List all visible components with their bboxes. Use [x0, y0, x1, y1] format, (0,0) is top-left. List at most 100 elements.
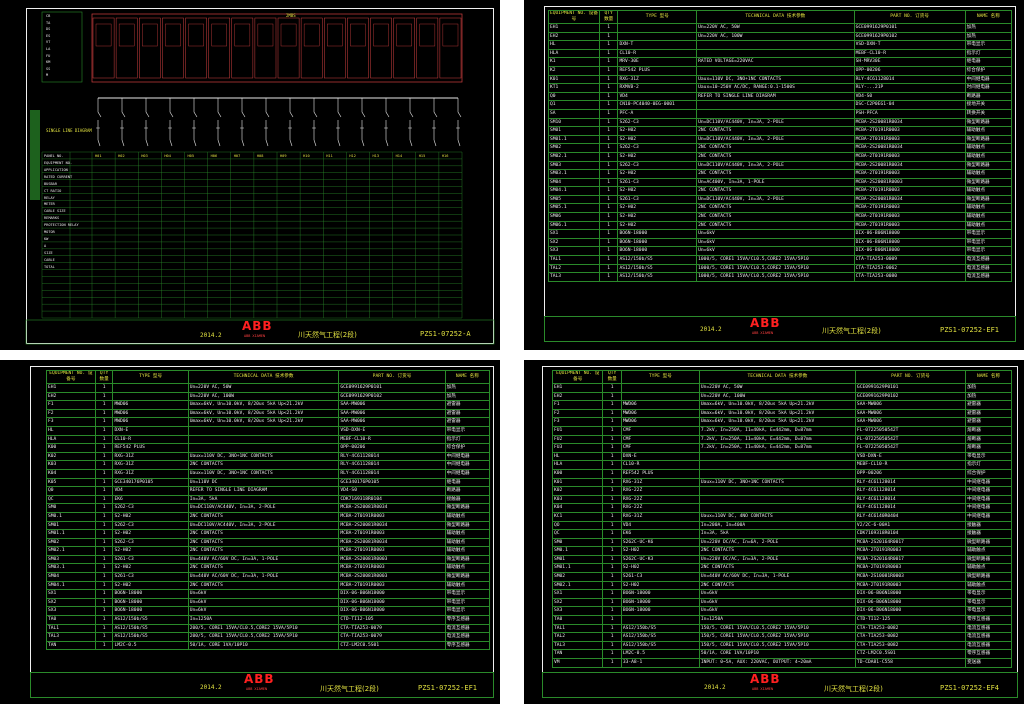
table-cell: 1 — [598, 212, 619, 222]
table-cell: MCBA-2S20081R0034 — [338, 503, 446, 513]
table-cell: CL10-R — [617, 48, 698, 59]
row-label: REMARKS — [44, 216, 60, 221]
table-cell: SM01.1 — [46, 529, 96, 539]
table-cell: 2NC CONTACTS — [187, 546, 340, 556]
table-cell: 微型断路器 — [444, 520, 491, 531]
table-row: Q0 1 VD4 REFER TO SINGLE LINE DIAGRAM VD4-S0… — [46, 486, 491, 496]
table-row: EH1 1 Un=220V AC, 50W GCE0991629P0101 加热 — [551, 383, 1012, 393]
abb-sub: ABB XIAMEN — [246, 687, 268, 691]
table-cell: DIX-06-B06N18000 — [854, 606, 967, 617]
panel-label: H08 — [256, 154, 264, 158]
table-row: SM02 1 S262-C3 2NC CONTACTS MCBA-2S20081R003… — [548, 143, 1013, 153]
table-cell: 避雷器 — [444, 417, 491, 427]
cabinet-door — [165, 23, 181, 47]
table-cell: MCBA-2S20081R0003 — [338, 554, 446, 565]
table-cell: 1 — [598, 151, 619, 162]
table-cell: BO6N-18000 — [620, 597, 700, 608]
table-cell: REF542 PLUS — [617, 65, 698, 76]
table-cell: MCBA-2S20164R0017 — [854, 537, 967, 548]
table-cell: CMF — [620, 434, 700, 445]
table-cell: K03 — [551, 494, 604, 505]
table-cell: MCBA-2S20081R0034 — [338, 537, 446, 548]
table-cell: S2-H02 — [112, 563, 189, 574]
table-cell: 1 — [602, 546, 622, 556]
table-cell: MCBA-2S20081R0034 — [853, 160, 966, 171]
table-cell: 综合保护 — [964, 65, 1013, 76]
table-cell: FL-07225050542T — [854, 443, 967, 453]
table-cell: 1 — [598, 74, 619, 85]
table-row: EH1 1 Un=220V AC, 50W GCE0991629P0101 加热 — [46, 383, 491, 393]
table-cell: RLY-4C61128014 — [854, 503, 967, 513]
table-cell: Un=6kV — [696, 237, 855, 248]
legend-item: M — [46, 73, 49, 78]
table-cell — [698, 460, 856, 470]
legend-item: FU — [46, 53, 51, 58]
table-cell: 2NC CONTACTS — [696, 220, 855, 231]
parts-table: EQUIPMENT NO. 设备号 QTY 数量 TYPE 型号 TECHNICAL … — [46, 370, 491, 651]
column-header: QTY 数量 — [602, 370, 622, 384]
table-cell: VSD-DXN-T — [853, 40, 966, 50]
table-cell: PFC-A — [617, 108, 698, 119]
table-cell: Un=DC110V/AC440V, In=3A, 2-POLE — [187, 520, 340, 531]
table-cell: TAN — [551, 649, 604, 659]
table-cell: MRV-30E — [617, 57, 698, 67]
table-cell: 辅助触点 — [964, 151, 1013, 162]
table-cell: 电流互感器 — [964, 263, 1013, 274]
table-cell: In=1250A — [187, 615, 340, 625]
table-cell: SM0 — [551, 537, 604, 548]
table-cell: 微型断路器 — [444, 554, 491, 565]
panel-label: H02 — [118, 154, 125, 158]
table-cell: TAL3 — [548, 272, 600, 282]
table-cell: RXG-22Z — [620, 486, 700, 496]
date: 2014.2 — [700, 326, 722, 333]
table-cell: S2-H02 — [620, 580, 700, 591]
drawing-number: PZS1-07252-EF4 — [940, 684, 1000, 692]
table-row: SM02 1 S262-C3 2NC CONTACTS MCBA-2S20081R003… — [46, 537, 491, 548]
cabinet-door — [350, 23, 366, 47]
table-row: SX2 1 BO6N-18000 Un=6kV DIX-06-B06N18000 带电显示 — [46, 597, 491, 608]
table-cell: VD4 — [112, 486, 189, 496]
table-cell: 1 — [602, 580, 622, 591]
table-cell — [698, 468, 856, 479]
table-cell: SM02.1 — [548, 151, 600, 162]
table-cell: 1 — [602, 494, 622, 505]
table-cell: Un=440V AC/60V DC, In=3A, 1-POLE — [698, 572, 856, 582]
table-cell: 辅助触点 — [964, 220, 1013, 231]
table-cell: 辅助触点 — [965, 546, 1012, 556]
table-cell: RXG-31Z — [112, 460, 189, 470]
table-cell: MWD06 — [112, 408, 189, 419]
cabinet-door — [303, 23, 320, 47]
table-cell: 中间继电器 — [965, 503, 1012, 513]
table-cell: 1 — [602, 408, 622, 419]
table-cell: 1 — [94, 546, 114, 556]
table-cell: Un=6kV — [698, 589, 856, 599]
row-label: METER — [44, 202, 55, 207]
abb-sub: ABB XIAMEN — [752, 687, 774, 691]
table-cell: Un=DC110V/AC440V, In=3A, 2-POLE — [187, 503, 340, 513]
table-cell: Un=110V DC — [187, 477, 340, 488]
table-cell: AS12/150b/S5 — [112, 632, 189, 642]
table-cell: S2-H02 — [620, 563, 700, 574]
table-cell: CL10-R — [112, 434, 189, 445]
table-cell: F1 — [46, 400, 96, 410]
table-cell: 1 — [94, 503, 114, 513]
table-cell: CL10-R — [620, 460, 700, 470]
table-cell: S2-H02 — [112, 529, 189, 539]
table-cell: MWD06 — [112, 417, 189, 427]
table-cell: 带电显示 — [965, 597, 1012, 608]
table-cell: MCBA-2T0191R0003 — [854, 580, 967, 591]
project-title: 川天然气工程(2段) — [824, 685, 883, 693]
table-cell: Un=DC110V/AC440V, In=3A, 2-POLE — [696, 160, 855, 171]
table-cell — [696, 100, 855, 110]
table-cell: 1 — [598, 100, 619, 110]
table-row: SM03.1 1 S2-H02 2NC CONTACTS MCBA-2T0191R000… — [46, 563, 491, 574]
abb-sub: ABB XIAMEN — [244, 334, 266, 338]
table-cell: Un=DC110V/AC440V, In=3A, 2-POLE — [696, 117, 855, 128]
table-cell: TD-CDA81-C558 — [854, 658, 967, 668]
table-cell: SM05.1 — [548, 203, 600, 214]
table-cell: HL — [548, 40, 600, 50]
table-cell: 200/5, CORE1 15VA/CL0.5,CORE2 15VA/5P10 — [187, 632, 340, 642]
table-cell: RATED VOLTAGE=220VAC — [696, 57, 855, 67]
table-row: K01 1 RXG-31Z Uaux=110V DC, 3NO+1NC CONTACT… — [551, 477, 1012, 488]
table-row: SX3 1 BO6N-18000 Un=6kV DIX-06-B06N18000 带电显示 — [46, 606, 491, 617]
